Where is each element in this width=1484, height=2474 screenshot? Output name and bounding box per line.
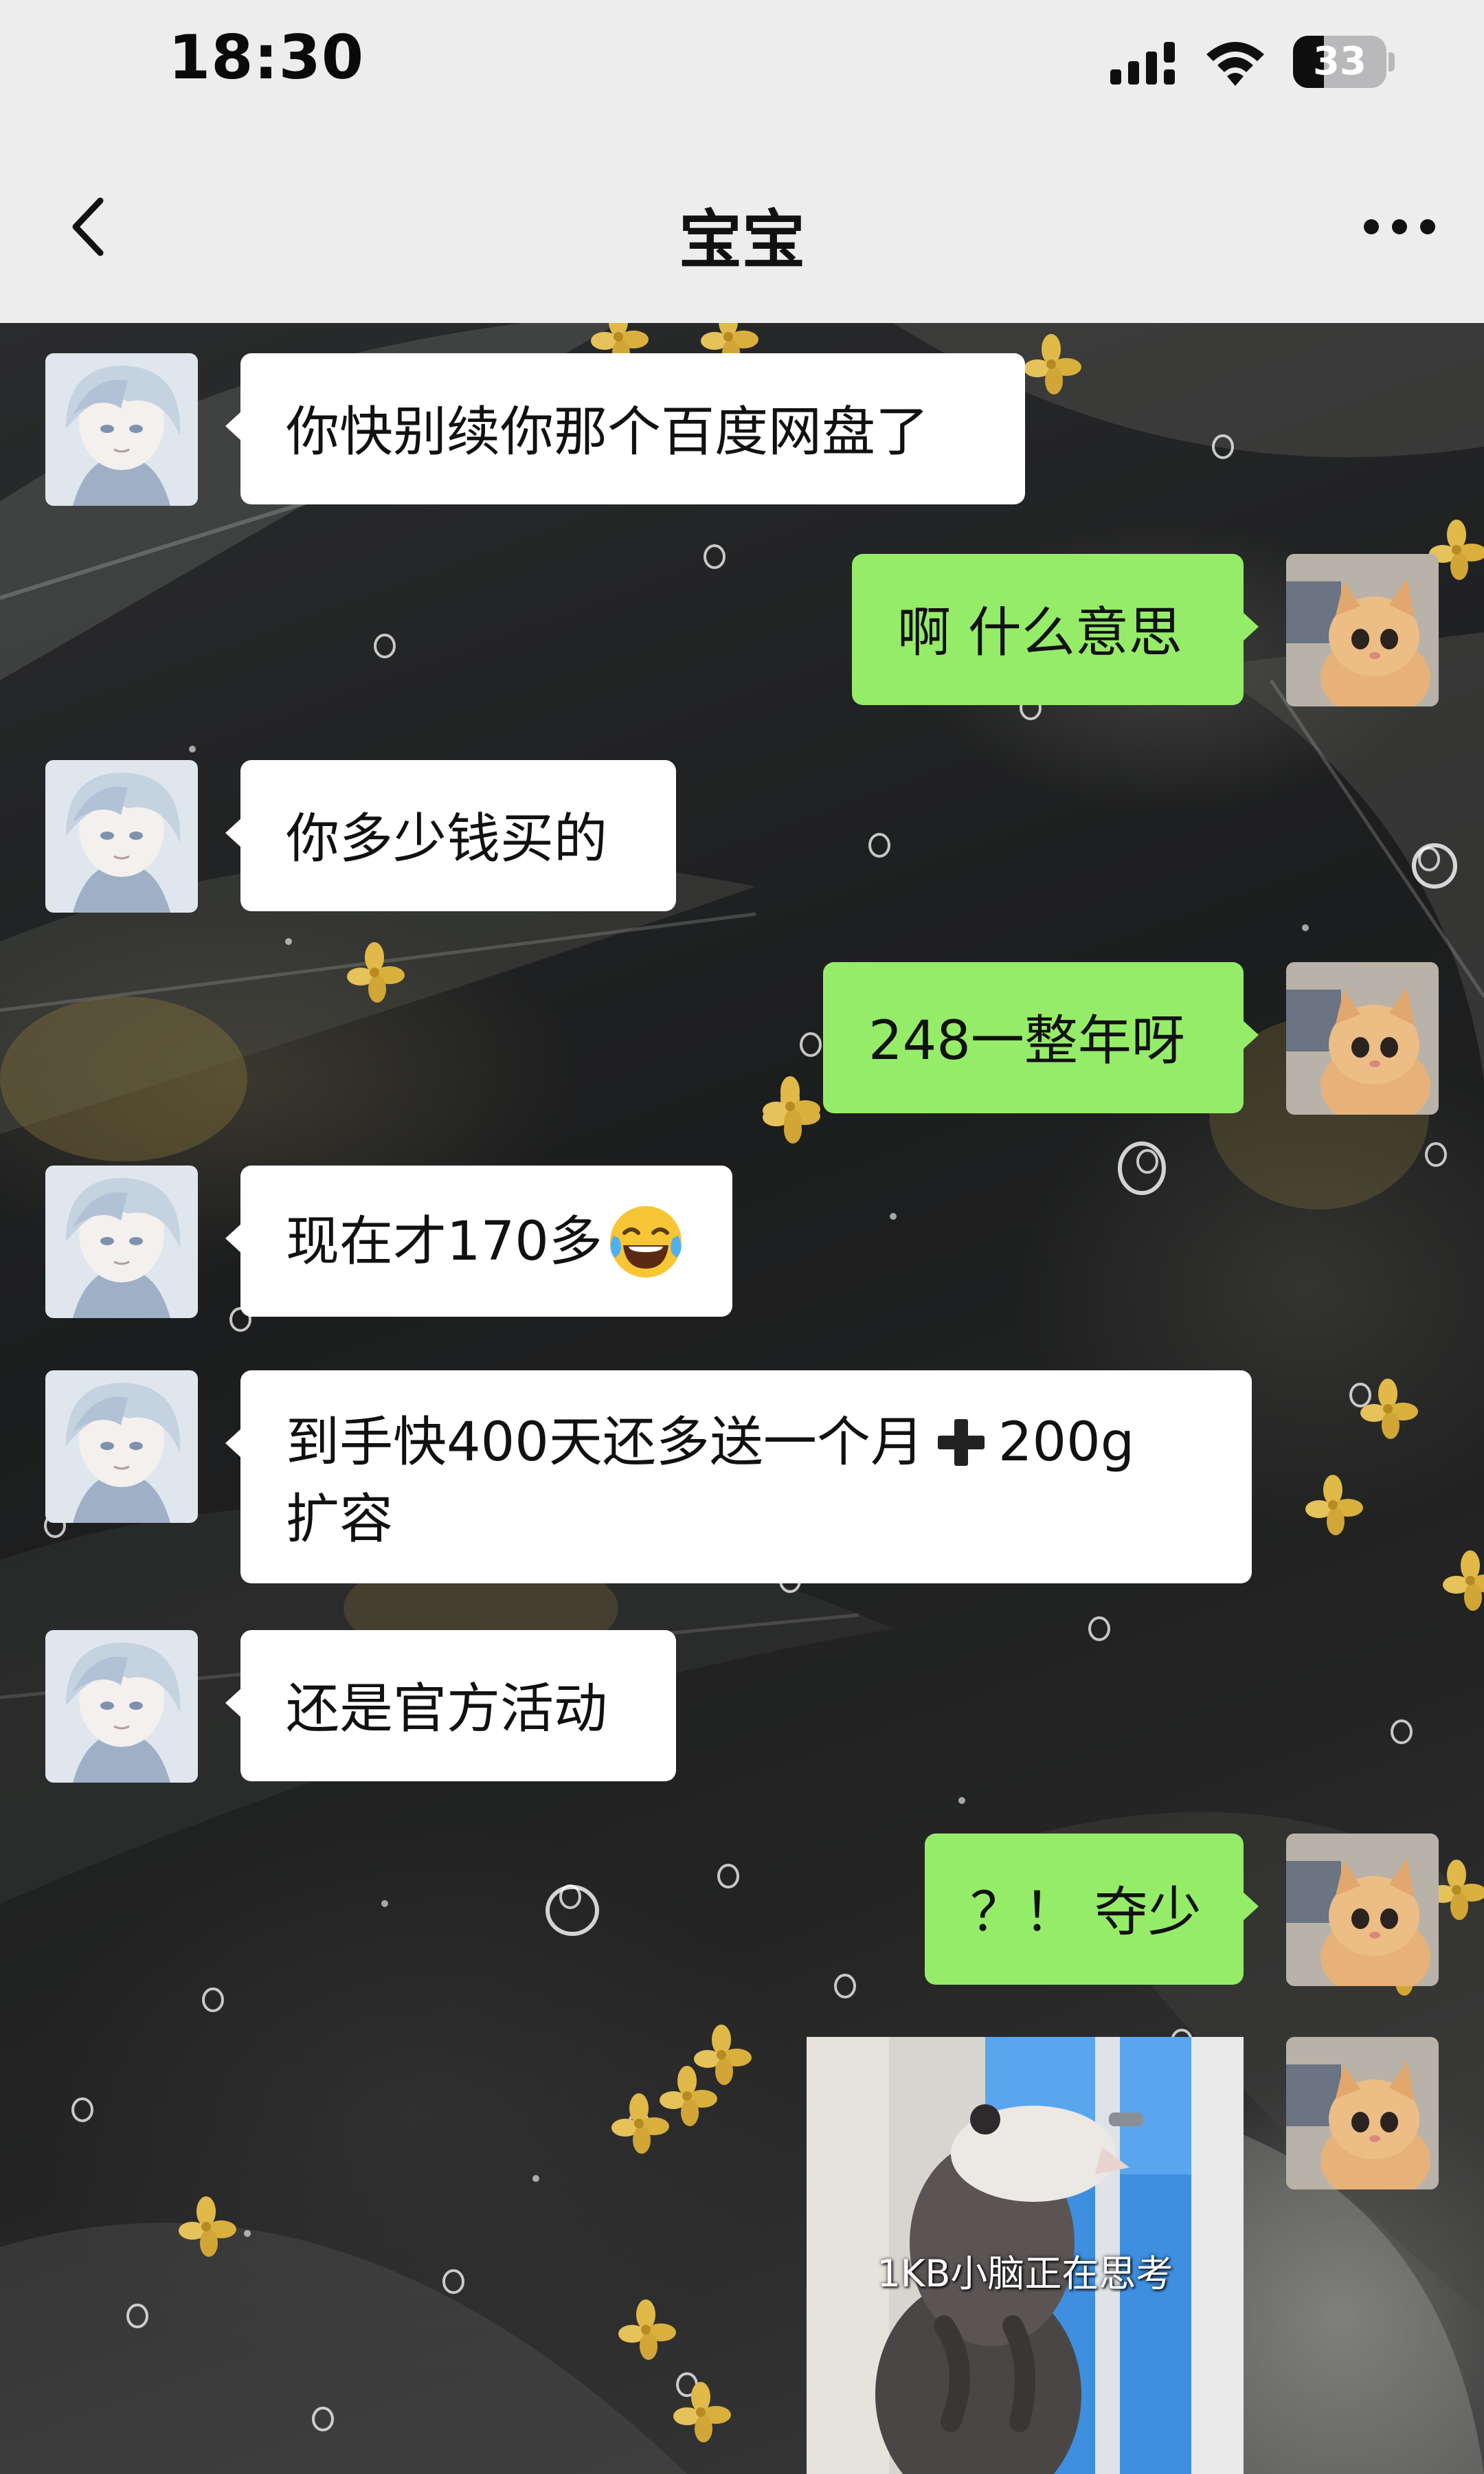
wifi-icon <box>1206 42 1264 86</box>
message-bubble-3[interactable]: 你多少钱买的 <box>225 760 676 911</box>
message-text: 啊 什么意思 <box>897 601 1182 664</box>
friend-avatar[interactable] <box>45 1630 198 1783</box>
message-line-1: 到手快400天还多送一个月 200g <box>286 1402 1206 1480</box>
self-avatar[interactable] <box>1286 554 1439 706</box>
heavy-plus-icon <box>937 1418 985 1466</box>
message-bubble-7[interactable]: 还是官方活动 <box>225 1630 676 1781</box>
signal-icon <box>1110 42 1175 85</box>
message-line-2: 扩容 <box>286 1480 1206 1557</box>
chat-area[interactable]: 你快别续你那个百度网盘了 啊 什么意思 你多少钱买的 248一整年呀 现在才17… <box>0 323 1484 2474</box>
message-text: 200g <box>998 1411 1135 1473</box>
status-bar: 18:30 33 <box>0 0 1484 131</box>
opossum-sticker[interactable]: 1KB小脑正在思考 <box>807 2037 1244 2474</box>
message-bubble-6[interactable]: 到手快400天还多送一个月 200g 扩容 <box>225 1370 1252 1583</box>
battery-cap <box>1389 52 1395 71</box>
message-text: 扩容 <box>286 1489 394 1551</box>
friend-avatar[interactable] <box>45 760 198 913</box>
self-avatar[interactable] <box>1286 1834 1439 1986</box>
friend-avatar[interactable] <box>45 1370 198 1523</box>
battery-icon: 33 <box>1293 36 1395 88</box>
nav-bar: 宝宝 <box>0 131 1484 323</box>
message-text: 还是官方活动 <box>286 1678 608 1740</box>
friend-avatar[interactable] <box>45 353 198 506</box>
tears-of-joy-emoji-icon <box>609 1206 682 1278</box>
more-dots-icon[interactable] <box>1362 199 1437 254</box>
message-text: 现在才170多 <box>286 1211 603 1273</box>
sticker-caption: 1KB小脑正在思考 <box>877 2252 1173 2295</box>
message-text: 你快别续你那个百度网盘了 <box>286 401 930 463</box>
self-avatar[interactable] <box>1286 2037 1439 2189</box>
battery-level: 33 <box>1313 39 1367 84</box>
message-text: 248一整年呀 <box>868 1010 1185 1072</box>
status-time: 18:30 <box>168 22 365 93</box>
message-text: 到手快400天还多送一个月 <box>286 1411 924 1473</box>
message-bubble-5[interactable]: 现在才170多 <box>225 1166 732 1317</box>
message-bubble-2[interactable]: 啊 什么意思 <box>852 554 1259 705</box>
friend-avatar[interactable] <box>45 1166 198 1318</box>
message-bubble-8[interactable]: ？！ 夺少 <box>925 1834 1259 1985</box>
message-bubble-1[interactable]: 你快别续你那个百度网盘了 <box>225 353 1025 504</box>
self-avatar[interactable] <box>1286 962 1439 1115</box>
message-text: 你多少钱买的 <box>286 807 608 870</box>
message-text: ？！ 夺少 <box>970 1881 1202 1943</box>
chat-title: 宝宝 <box>678 203 805 277</box>
message-bubble-4[interactable]: 248一整年呀 <box>823 962 1259 1113</box>
status-icons: 33 <box>1110 33 1395 91</box>
